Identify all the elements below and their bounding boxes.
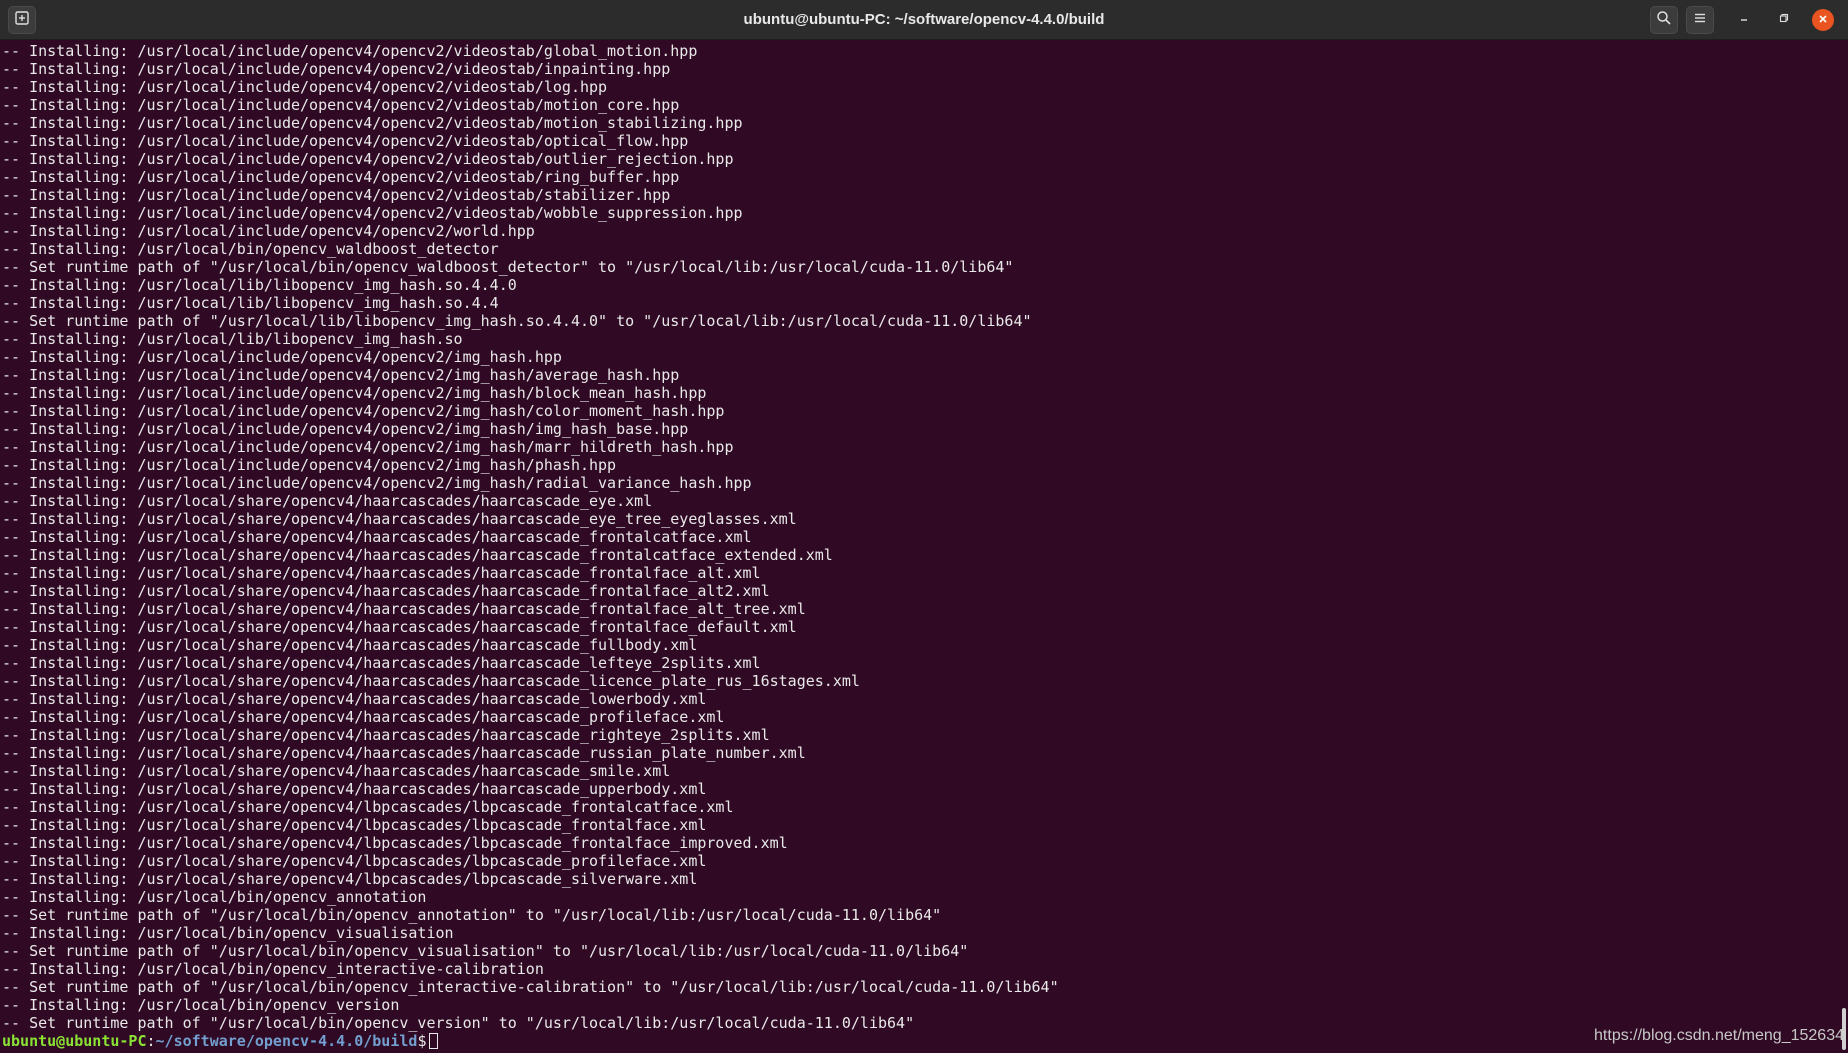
terminal-line: -- Installing: /usr/local/share/opencv4/… bbox=[2, 618, 797, 636]
terminal-line: -- Installing: /usr/local/share/opencv4/… bbox=[2, 600, 806, 618]
terminal-line: -- Installing: /usr/local/include/opencv… bbox=[2, 384, 707, 402]
menu-button[interactable] bbox=[1686, 6, 1714, 34]
terminal-line: -- Installing: /usr/local/include/opencv… bbox=[2, 96, 680, 114]
terminal-line: -- Installing: /usr/local/include/opencv… bbox=[2, 132, 689, 150]
shell-prompt-line[interactable]: ubuntu@ubuntu-PC:~/software/opencv-4.4.0… bbox=[2, 1032, 1848, 1050]
terminal-line: -- Set runtime path of "/usr/local/bin/o… bbox=[2, 978, 1059, 996]
terminal-line: -- Installing: /usr/local/share/opencv4/… bbox=[2, 582, 770, 600]
terminal-line: -- Installing: /usr/local/share/opencv4/… bbox=[2, 870, 698, 888]
prompt-symbol: $ bbox=[417, 1032, 427, 1050]
terminal-line: -- Set runtime path of "/usr/local/bin/o… bbox=[2, 906, 942, 924]
terminal-window: ubuntu@ubuntu-PC: ~/software/opencv-4.4.… bbox=[0, 0, 1848, 1053]
terminal-line: -- Installing: /usr/local/share/opencv4/… bbox=[2, 654, 761, 672]
maximize-icon bbox=[1778, 11, 1790, 29]
terminal-line: -- Installing: /usr/local/share/opencv4/… bbox=[2, 744, 806, 762]
terminal-line: -- Installing: /usr/local/bin/opencv_ver… bbox=[2, 996, 400, 1014]
terminal-line: -- Installing: /usr/local/share/opencv4/… bbox=[2, 780, 707, 798]
terminal-line: -- Installing: /usr/local/share/opencv4/… bbox=[2, 762, 671, 780]
terminal-line: -- Set runtime path of "/usr/local/lib/l… bbox=[2, 312, 1032, 330]
terminal-line: -- Installing: /usr/local/share/opencv4/… bbox=[2, 510, 797, 528]
close-icon bbox=[1818, 11, 1828, 29]
text-cursor bbox=[429, 1033, 439, 1049]
terminal-line: -- Installing: /usr/local/lib/libopencv_… bbox=[2, 294, 499, 312]
minimize-button[interactable] bbox=[1732, 8, 1756, 32]
terminal-line: -- Installing: /usr/local/lib/libopencv_… bbox=[2, 276, 517, 294]
hamburger-menu-icon bbox=[1693, 11, 1707, 30]
search-icon bbox=[1656, 10, 1672, 31]
terminal-line: -- Installing: /usr/local/lib/libopencv_… bbox=[2, 330, 463, 348]
terminal-line: -- Installing: /usr/local/share/opencv4/… bbox=[2, 690, 707, 708]
minimize-icon bbox=[1738, 11, 1750, 29]
terminal-line: -- Installing: /usr/local/include/opencv… bbox=[2, 222, 535, 240]
terminal-line: -- Installing: /usr/local/include/opencv… bbox=[2, 420, 689, 438]
terminal-line: -- Installing: /usr/local/bin/opencv_int… bbox=[2, 960, 544, 978]
terminal-line: -- Installing: /usr/local/share/opencv4/… bbox=[2, 708, 725, 726]
terminal-line: -- Installing: /usr/local/share/opencv4/… bbox=[2, 672, 860, 690]
terminal-line: -- Installing: /usr/local/include/opencv… bbox=[2, 456, 617, 474]
terminal-line: -- Installing: /usr/local/share/opencv4/… bbox=[2, 798, 734, 816]
terminal-line: -- Installing: /usr/local/include/opencv… bbox=[2, 60, 671, 78]
prompt-user-host: ubuntu@ubuntu-PC bbox=[2, 1032, 147, 1050]
terminal-line: -- Installing: /usr/local/share/opencv4/… bbox=[2, 546, 833, 564]
terminal-line: -- Installing: /usr/local/bin/opencv_wal… bbox=[2, 240, 499, 258]
search-button[interactable] bbox=[1650, 6, 1678, 34]
title-bar[interactable]: ubuntu@ubuntu-PC: ~/software/opencv-4.4.… bbox=[0, 0, 1848, 40]
terminal-line: -- Installing: /usr/local/share/opencv4/… bbox=[2, 816, 707, 834]
terminal-line: -- Installing: /usr/local/include/opencv… bbox=[2, 474, 752, 492]
terminal-line: -- Set runtime path of "/usr/local/bin/o… bbox=[2, 258, 1014, 276]
terminal-line: -- Installing: /usr/local/include/opencv… bbox=[2, 348, 562, 366]
terminal-line: -- Installing: /usr/local/include/opencv… bbox=[2, 114, 743, 132]
maximize-button[interactable] bbox=[1772, 8, 1796, 32]
terminal-line: -- Installing: /usr/local/include/opencv… bbox=[2, 168, 680, 186]
watermark-text: https://blog.csdn.net/meng_152634 bbox=[1594, 1027, 1844, 1044]
terminal-line: -- Installing: /usr/local/include/opencv… bbox=[2, 186, 671, 204]
terminal-line: -- Installing: /usr/local/share/opencv4/… bbox=[2, 492, 653, 510]
terminal-line: -- Installing: /usr/local/share/opencv4/… bbox=[2, 636, 698, 654]
prompt-separator: : bbox=[146, 1032, 156, 1050]
close-button[interactable] bbox=[1812, 9, 1834, 31]
terminal-line: -- Installing: /usr/local/bin/opencv_ann… bbox=[2, 888, 427, 906]
terminal-output[interactable]: -- Installing: /usr/local/include/opencv… bbox=[0, 42, 1848, 1053]
terminal-line: -- Installing: /usr/local/include/opencv… bbox=[2, 150, 734, 168]
terminal-line: -- Installing: /usr/local/share/opencv4/… bbox=[2, 852, 707, 870]
terminal-line: -- Installing: /usr/local/bin/opencv_vis… bbox=[2, 924, 454, 942]
terminal-line: -- Installing: /usr/local/share/opencv4/… bbox=[2, 564, 761, 582]
terminal-line: -- Set runtime path of "/usr/local/bin/o… bbox=[2, 942, 969, 960]
terminal-line: -- Installing: /usr/local/include/opencv… bbox=[2, 78, 608, 96]
terminal-line: -- Installing: /usr/local/share/opencv4/… bbox=[2, 834, 788, 852]
terminal-line: -- Set runtime path of "/usr/local/bin/o… bbox=[2, 1014, 915, 1032]
terminal-line: -- Installing: /usr/local/include/opencv… bbox=[2, 204, 743, 222]
terminal-line: -- Installing: /usr/local/include/opencv… bbox=[2, 42, 698, 60]
window-title: ubuntu@ubuntu-PC: ~/software/opencv-4.4.… bbox=[743, 11, 1105, 28]
terminal-line: -- Installing: /usr/local/share/opencv4/… bbox=[2, 726, 770, 744]
terminal-line: -- Installing: /usr/local/include/opencv… bbox=[2, 366, 680, 384]
terminal-line: -- Installing: /usr/local/include/opencv… bbox=[2, 438, 734, 456]
prompt-path: ~/software/opencv-4.4.0/build bbox=[155, 1032, 418, 1050]
terminal-line: -- Installing: /usr/local/include/opencv… bbox=[2, 402, 725, 420]
terminal-line: -- Installing: /usr/local/share/opencv4/… bbox=[2, 528, 752, 546]
